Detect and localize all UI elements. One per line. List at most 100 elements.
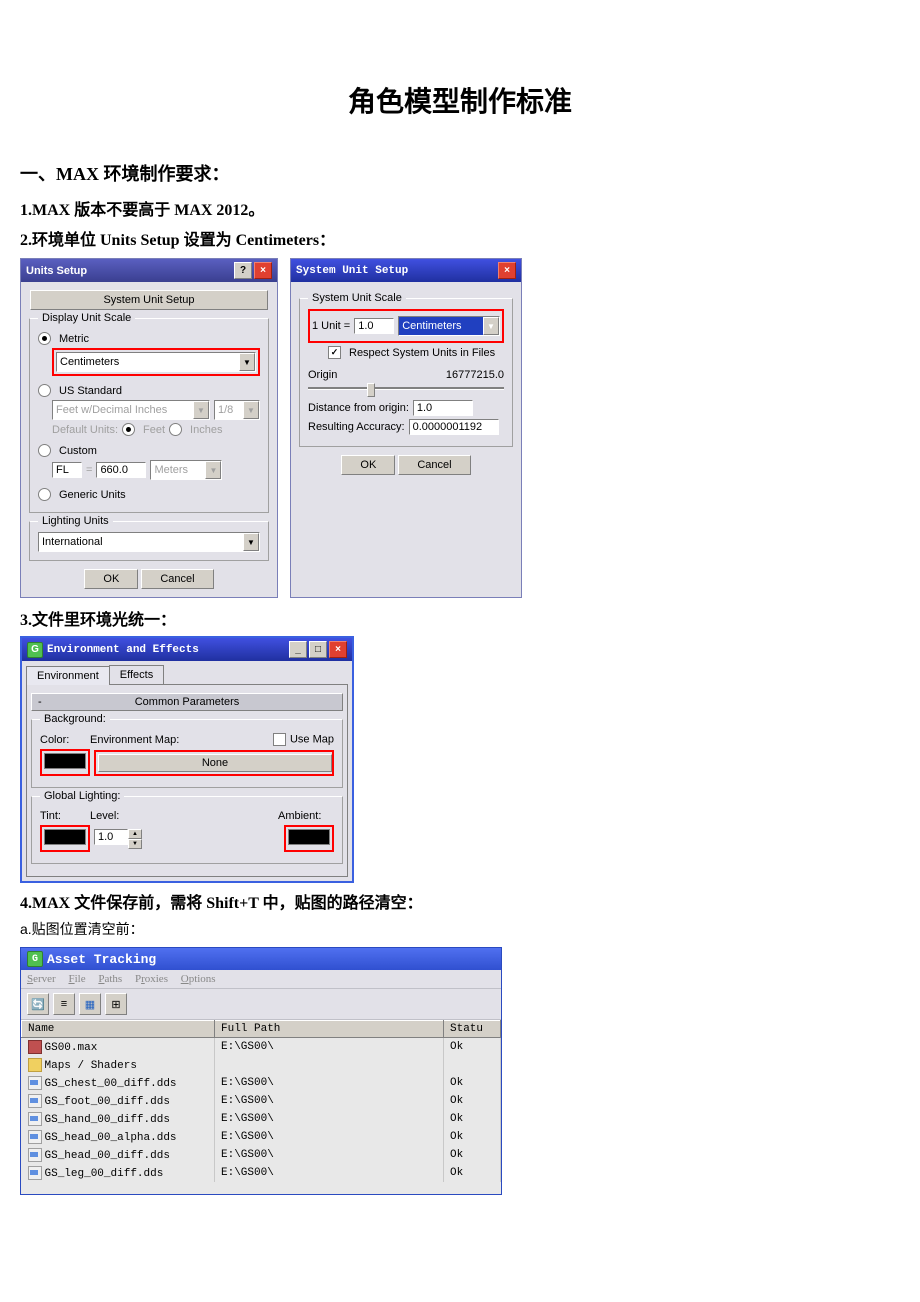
- custom-radio[interactable]: [38, 444, 51, 457]
- system-unit-titlebar[interactable]: System Unit Setup ×: [291, 259, 521, 282]
- col-name[interactable]: Name: [22, 1021, 215, 1038]
- level-spinner[interactable]: ▲▼: [94, 829, 142, 849]
- menu-server[interactable]: Server: [27, 973, 56, 985]
- close-icon[interactable]: ×: [254, 262, 272, 279]
- tint-swatch[interactable]: [44, 829, 86, 845]
- env-titlebar[interactable]: G Environment and Effects _ □ ×: [22, 638, 352, 661]
- origin-slider[interactable]: [308, 387, 504, 390]
- system-unit-scale-group: 1 Unit = Centimeters▼ ✓Respect System Un…: [299, 298, 513, 447]
- origin-value: 16777215.0: [446, 369, 504, 381]
- grid-icon[interactable]: ⊞: [105, 993, 127, 1015]
- fold-icon: [28, 1058, 42, 1072]
- use-map-label: Use Map: [290, 733, 334, 745]
- table-row[interactable]: GS_head_00_alpha.ddsE:\GS00\Ok: [22, 1128, 501, 1146]
- help-icon[interactable]: ?: [234, 262, 252, 279]
- table-row[interactable]: GS_head_00_diff.ddsE:\GS00\Ok: [22, 1146, 501, 1164]
- metric-radio[interactable]: [38, 332, 51, 345]
- units-setup-dialog: Units Setup ? × System Unit Setup Metric…: [20, 258, 278, 598]
- asset-table: Name Full Path Statu GS00.maxE:\GS00\OkM…: [21, 1020, 501, 1182]
- table-row[interactable]: GS_chest_00_diff.ddsE:\GS00\Ok: [22, 1074, 501, 1092]
- system-unit-title: System Unit Setup: [296, 265, 408, 277]
- cancel-button[interactable]: Cancel: [398, 455, 470, 475]
- dds-icon: [28, 1166, 42, 1180]
- menu-proxies[interactable]: Proxies: [135, 973, 168, 985]
- document-title: 角色模型制作标准: [20, 80, 900, 120]
- chevron-down-icon[interactable]: ▼: [239, 353, 255, 371]
- dds-icon: [28, 1076, 42, 1090]
- generic-radio[interactable]: [38, 488, 51, 501]
- chevron-down-icon[interactable]: ▼: [483, 317, 499, 335]
- tab-environment[interactable]: Environment: [26, 666, 110, 685]
- dds-icon: [28, 1148, 42, 1162]
- accuracy-label: Resulting Accuracy:: [308, 421, 405, 433]
- env-map-label: Environment Map:: [90, 734, 179, 746]
- distance-label: Distance from origin:: [308, 402, 409, 414]
- dds-icon: [28, 1094, 42, 1108]
- tree-icon[interactable]: ▦: [79, 993, 101, 1015]
- item-3: 3.文件里环境光统一：: [20, 606, 900, 630]
- level-label: Level:: [90, 810, 119, 822]
- custom-label: Custom: [59, 445, 97, 457]
- menu-options[interactable]: Options: [181, 973, 216, 985]
- table-row[interactable]: GS_hand_00_diff.ddsE:\GS00\Ok: [22, 1110, 501, 1128]
- background-group: Color: Environment Map: Use Map None: [31, 719, 343, 788]
- ok-button[interactable]: OK: [84, 569, 138, 589]
- close-icon[interactable]: ×: [329, 641, 347, 658]
- metric-label: Metric: [59, 333, 89, 345]
- us-label: US Standard: [59, 385, 122, 397]
- cancel-button[interactable]: Cancel: [141, 569, 213, 589]
- spin-up-icon[interactable]: ▲: [128, 829, 142, 839]
- table-row[interactable]: GS_foot_00_diff.ddsE:\GS00\Ok: [22, 1092, 501, 1110]
- menu-paths[interactable]: Paths: [98, 973, 122, 985]
- distance-input[interactable]: [413, 400, 473, 416]
- menu-bar[interactable]: Server File Paths Proxies Options: [21, 970, 501, 989]
- menu-file[interactable]: File: [68, 973, 85, 985]
- respect-label: Respect System Units in Files: [349, 347, 495, 359]
- generic-label: Generic Units: [59, 489, 126, 501]
- system-unit-setup-dialog: System Unit Setup × 1 Unit = Centimeters…: [290, 258, 522, 598]
- item-2: 2.环境单位 Units Setup 设置为 Centimeters：: [20, 226, 900, 250]
- item-4: 4.MAX 文件保存前，需将 Shift+T 中，贴图的路径清空：: [20, 889, 900, 913]
- col-full-path[interactable]: Full Path: [215, 1021, 444, 1038]
- units-setup-title: Units Setup: [26, 265, 87, 277]
- dds-icon: [28, 1112, 42, 1126]
- table-row[interactable]: Maps / Shaders: [22, 1056, 501, 1074]
- asset-tracking-dialog: G Asset Tracking Server File Paths Proxi…: [20, 947, 502, 1195]
- bg-color-swatch[interactable]: [44, 753, 86, 769]
- spin-down-icon[interactable]: ▼: [128, 839, 142, 849]
- toolbar: 🔄 ≡ ▦ ⊞: [21, 989, 501, 1020]
- env-title: Environment and Effects: [47, 644, 199, 656]
- origin-label: Origin: [308, 369, 337, 381]
- item-4a: a.贴图位置清空前：: [20, 919, 900, 939]
- rollout-common[interactable]: Common Parameters: [31, 693, 343, 711]
- app-icon: G: [27, 642, 43, 658]
- minimize-icon[interactable]: _: [289, 641, 307, 658]
- close-icon[interactable]: ×: [498, 262, 516, 279]
- refresh-icon[interactable]: 🔄: [27, 993, 49, 1015]
- system-unit-setup-button[interactable]: System Unit Setup: [30, 290, 268, 310]
- units-setup-titlebar[interactable]: Units Setup ? ×: [21, 259, 277, 282]
- table-row[interactable]: GS00.maxE:\GS00\Ok: [22, 1038, 501, 1057]
- tab-effects[interactable]: Effects: [109, 665, 164, 684]
- use-map-checkbox[interactable]: [273, 733, 286, 746]
- unit-value-input[interactable]: [354, 318, 394, 334]
- maximize-icon[interactable]: □: [309, 641, 327, 658]
- table-row[interactable]: GS_leg_00_diff.ddsE:\GS00\Ok: [22, 1164, 501, 1182]
- lighting-select[interactable]: International▼: [38, 532, 260, 552]
- col-status[interactable]: Statu: [444, 1021, 501, 1038]
- ambient-swatch[interactable]: [288, 829, 330, 845]
- env-map-button[interactable]: None: [98, 754, 332, 772]
- metric-select[interactable]: Centimeters▼: [56, 352, 256, 372]
- unit-cm-select[interactable]: Centimeters▼: [398, 316, 500, 336]
- us-radio[interactable]: [38, 384, 51, 397]
- chevron-down-icon[interactable]: ▼: [243, 533, 259, 551]
- lighting-units-group: International▼: [29, 521, 269, 561]
- respect-checkbox[interactable]: ✓: [328, 346, 341, 359]
- list-icon[interactable]: ≡: [53, 993, 75, 1015]
- tint-label: Tint:: [40, 810, 61, 822]
- ok-button[interactable]: OK: [341, 455, 395, 475]
- global-lighting-group: Tint: Level: Ambient: ▲▼: [31, 796, 343, 864]
- asset-tracking-titlebar[interactable]: G Asset Tracking: [21, 948, 501, 970]
- app-icon: G: [27, 951, 43, 967]
- item-1: 1.MAX 版本不要高于 MAX 2012。: [20, 196, 900, 220]
